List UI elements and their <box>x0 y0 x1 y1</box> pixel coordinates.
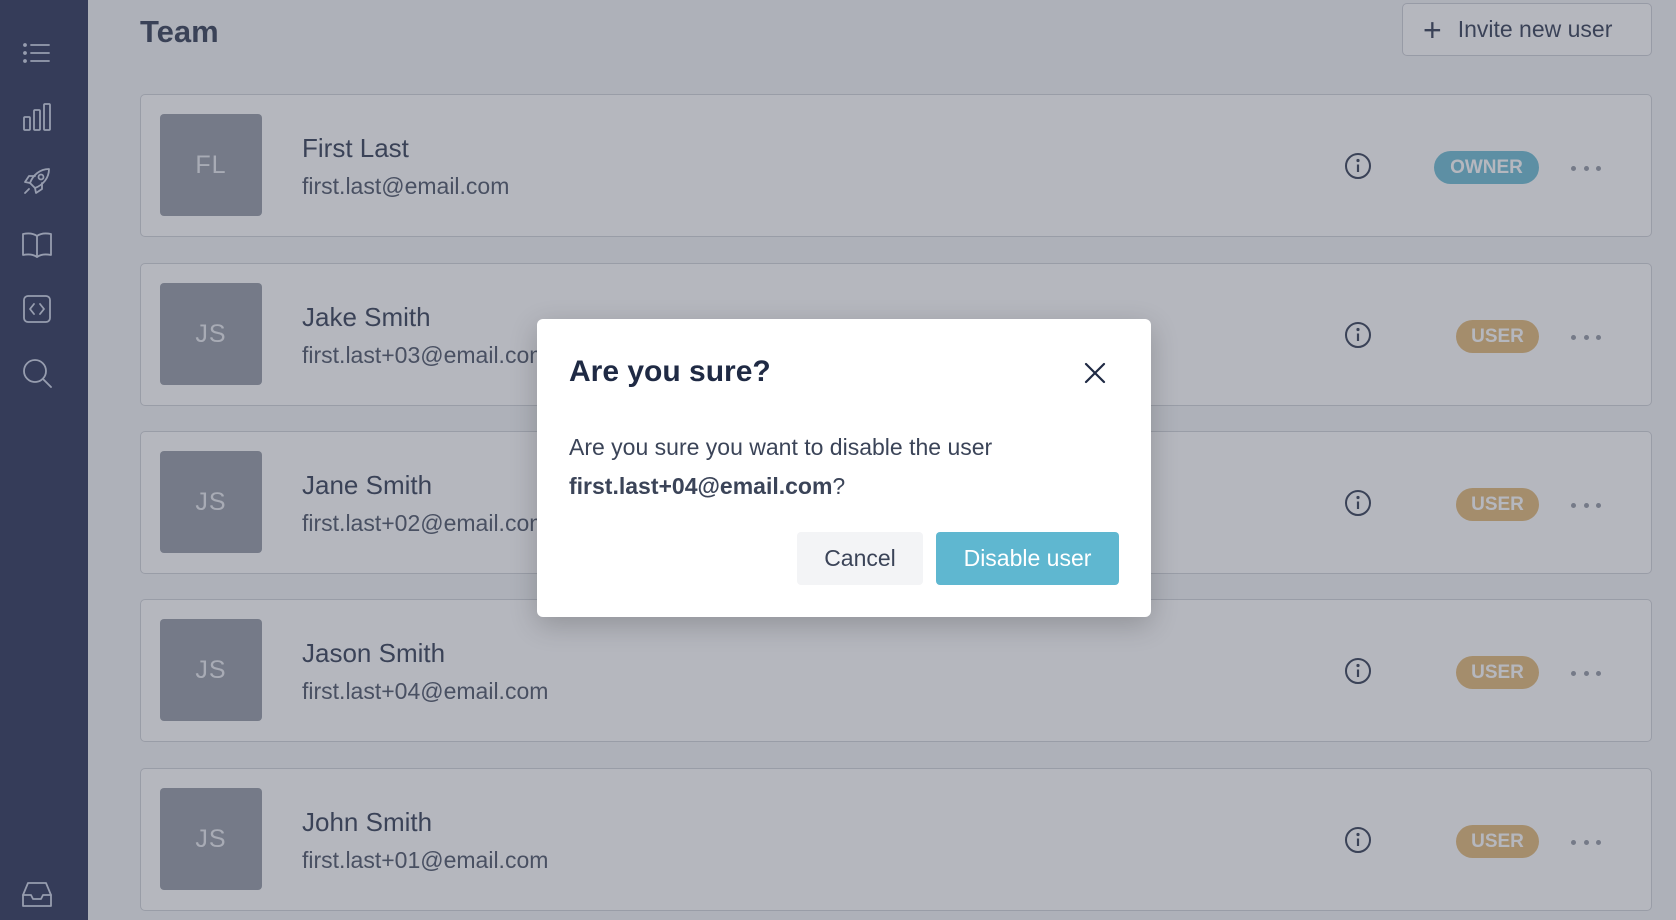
dialog-title: Are you sure? <box>569 355 771 388</box>
close-icon[interactable] <box>1083 361 1107 385</box>
dialog-message-suffix: ? <box>832 473 846 499</box>
disable-user-button[interactable]: Disable user <box>936 532 1119 585</box>
dialog-message: Are you sure you want to disable the use… <box>569 428 1129 506</box>
dialog-user-email: first.last+04@email.com <box>569 473 833 499</box>
cancel-button[interactable]: Cancel <box>797 532 923 585</box>
dialog-message-prefix: Are you sure you want to disable the use… <box>569 434 993 460</box>
confirm-disable-dialog: Are you sure? Are you sure you want to d… <box>537 319 1151 617</box>
